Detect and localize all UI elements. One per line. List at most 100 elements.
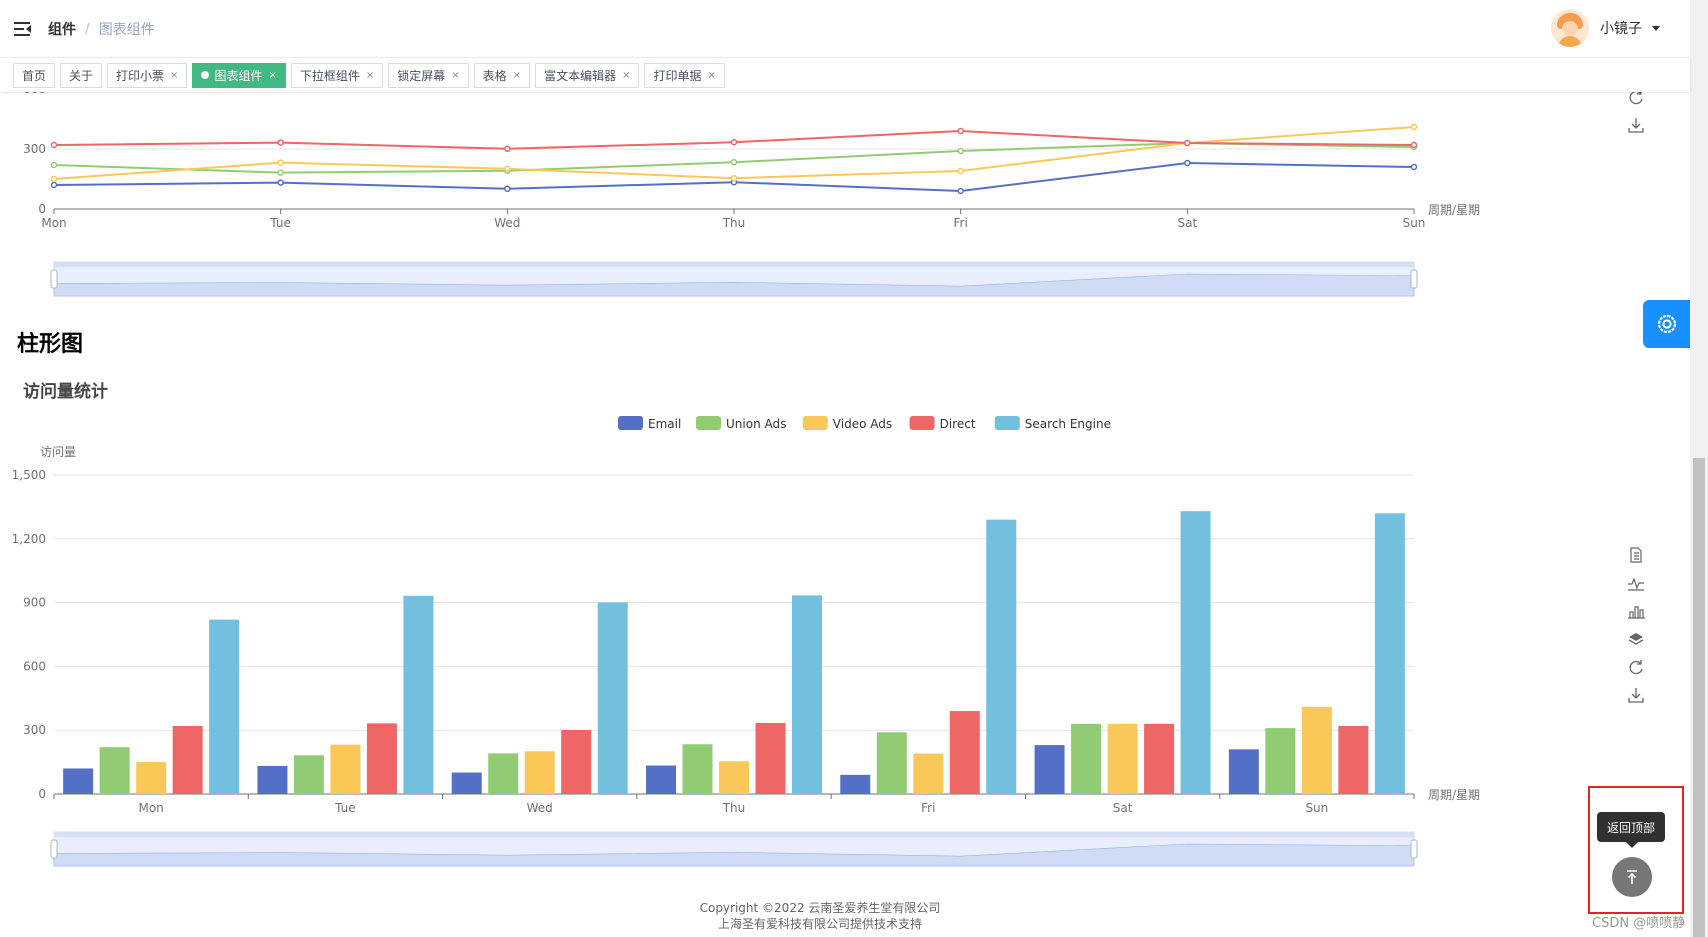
- bar-chart-switch-icon[interactable]: [1627, 602, 1645, 620]
- legend-label: Direct: [940, 417, 976, 431]
- bar-email: [451, 772, 482, 794]
- active-dot-icon: [201, 71, 210, 79]
- user-name[interactable]: 小镜子: [1600, 18, 1642, 38]
- breadcrumb-separator: /: [85, 20, 90, 37]
- bar-video-ads: [1107, 723, 1138, 794]
- data-point: [50, 175, 58, 183]
- legend-label: Video Ads: [833, 417, 892, 431]
- caret-down-icon[interactable]: [1652, 25, 1660, 31]
- close-icon[interactable]: ×: [451, 70, 459, 81]
- tag-3[interactable]: 图表组件 ×: [192, 62, 286, 88]
- bar-email: [646, 765, 676, 794]
- bar-direct: [561, 729, 592, 794]
- data-point: [1184, 139, 1191, 147]
- y-tick-label: 300: [23, 723, 46, 737]
- data-point: [957, 187, 964, 195]
- tag-5[interactable]: 锁定屏幕 ×: [388, 62, 469, 88]
- tag-0[interactable]: 首页: [13, 62, 56, 88]
- back-to-top-button[interactable]: [1612, 857, 1652, 897]
- close-icon[interactable]: ×: [513, 70, 521, 81]
- data-point: [957, 147, 964, 155]
- data-point: [277, 169, 284, 176]
- close-icon[interactable]: ×: [268, 70, 276, 81]
- breadcrumb-item-components[interactable]: 组件: [48, 19, 76, 39]
- close-icon[interactable]: ×: [622, 70, 630, 81]
- bar-section-heading: 柱形图: [17, 332, 84, 357]
- x-tick-label: Tue: [334, 801, 356, 815]
- page-scrollbar[interactable]: [1690, 0, 1708, 937]
- bar-email: [257, 765, 288, 794]
- bar-search-engine: [597, 602, 628, 794]
- legend-item[interactable]: Direct: [909, 416, 976, 431]
- tag-label: 锁定屏幕: [397, 68, 446, 83]
- tag-label: 打印小票: [116, 68, 165, 83]
- close-icon[interactable]: ×: [366, 70, 374, 81]
- bar-union-ads: [1265, 728, 1296, 794]
- x-tick-label: Sun: [1305, 801, 1328, 815]
- bar-search-engine: [209, 619, 240, 794]
- app-root: 组件 / 图表组件 小镜子 首页 关于 打印小票 × 图表组件 × 下拉框组件 × 锁定屏幕 × 表…: [0, 0, 1708, 937]
- data-point: [1410, 141, 1418, 149]
- data-point: [504, 145, 511, 153]
- datazoom-left-handle: [50, 269, 58, 289]
- y-tick-label: 1,200: [12, 532, 46, 546]
- bar-email: [63, 768, 94, 794]
- data-point: [957, 167, 964, 175]
- legend-swatch: [618, 416, 643, 430]
- datazoom-right-handle: [1410, 839, 1418, 859]
- legend-swatch: [909, 416, 935, 430]
- data-view-icon[interactable]: [1627, 546, 1645, 564]
- legend-label: Search Engine: [1025, 417, 1111, 431]
- legend-item[interactable]: Search Engine: [994, 416, 1111, 431]
- data-point: [50, 181, 58, 189]
- legend-item[interactable]: Email: [618, 416, 681, 431]
- tag-8[interactable]: 打印单据 ×: [644, 62, 725, 88]
- tag-4[interactable]: 下拉框组件 ×: [290, 62, 384, 88]
- legend-swatch: [696, 416, 721, 430]
- bar-search-engine: [1374, 513, 1405, 794]
- bar-direct: [172, 725, 203, 794]
- tag-6[interactable]: 表格 ×: [473, 62, 531, 88]
- x-tick-label: Sun: [1403, 216, 1426, 230]
- y-tick-label: 900: [23, 596, 46, 610]
- legend-item[interactable]: Video Ads: [802, 416, 892, 431]
- bar-union-ads: [682, 744, 713, 794]
- bar-video-ads: [136, 762, 167, 794]
- bar-email: [1034, 745, 1065, 794]
- bar-video-ads: [1301, 706, 1332, 794]
- download-icon[interactable]: [1627, 116, 1645, 134]
- y-tick-label: 600: [23, 92, 46, 96]
- tag-2[interactable]: 打印小票 ×: [107, 62, 188, 88]
- legend-label: Email: [648, 417, 681, 431]
- data-point: [504, 185, 511, 193]
- x-axis-name: 周期/星期: [1428, 203, 1480, 217]
- y-tick-label: 300: [23, 142, 46, 156]
- y-tick-label: 0: [38, 787, 46, 801]
- y-axis-name: 访问量: [40, 445, 76, 459]
- bar-union-ads: [99, 747, 130, 794]
- legend-item[interactable]: Union Ads: [696, 416, 786, 431]
- user-dropdown[interactable]: 小镜子: [1551, 9, 1660, 47]
- close-icon[interactable]: ×: [170, 70, 178, 81]
- legend-label: Union Ads: [726, 417, 786, 431]
- bar-video-ads: [913, 753, 944, 794]
- download-icon[interactable]: [1627, 686, 1645, 704]
- settings-button[interactable]: [1643, 300, 1691, 348]
- avatar[interactable]: [1551, 9, 1589, 47]
- scrollbar-thumb[interactable]: [1693, 458, 1705, 937]
- line-chart-switch-icon[interactable]: [1627, 574, 1645, 592]
- data-point: [277, 179, 284, 186]
- tag-label: 表格: [482, 68, 507, 83]
- stack-icon[interactable]: [1627, 630, 1645, 648]
- data-point: [730, 138, 738, 146]
- restore-icon[interactable]: [1627, 658, 1645, 676]
- bar-direct: [1338, 725, 1369, 794]
- y-tick-label: 1,500: [12, 468, 46, 482]
- data-point: [277, 139, 284, 146]
- datazoom-left-handle: [50, 839, 58, 859]
- tag-7[interactable]: 富文本编辑器 ×: [535, 62, 640, 88]
- menu-toggle-icon[interactable]: [14, 21, 34, 37]
- tag-1[interactable]: 关于: [60, 62, 103, 88]
- data-point: [730, 158, 738, 166]
- close-icon[interactable]: ×: [707, 70, 715, 81]
